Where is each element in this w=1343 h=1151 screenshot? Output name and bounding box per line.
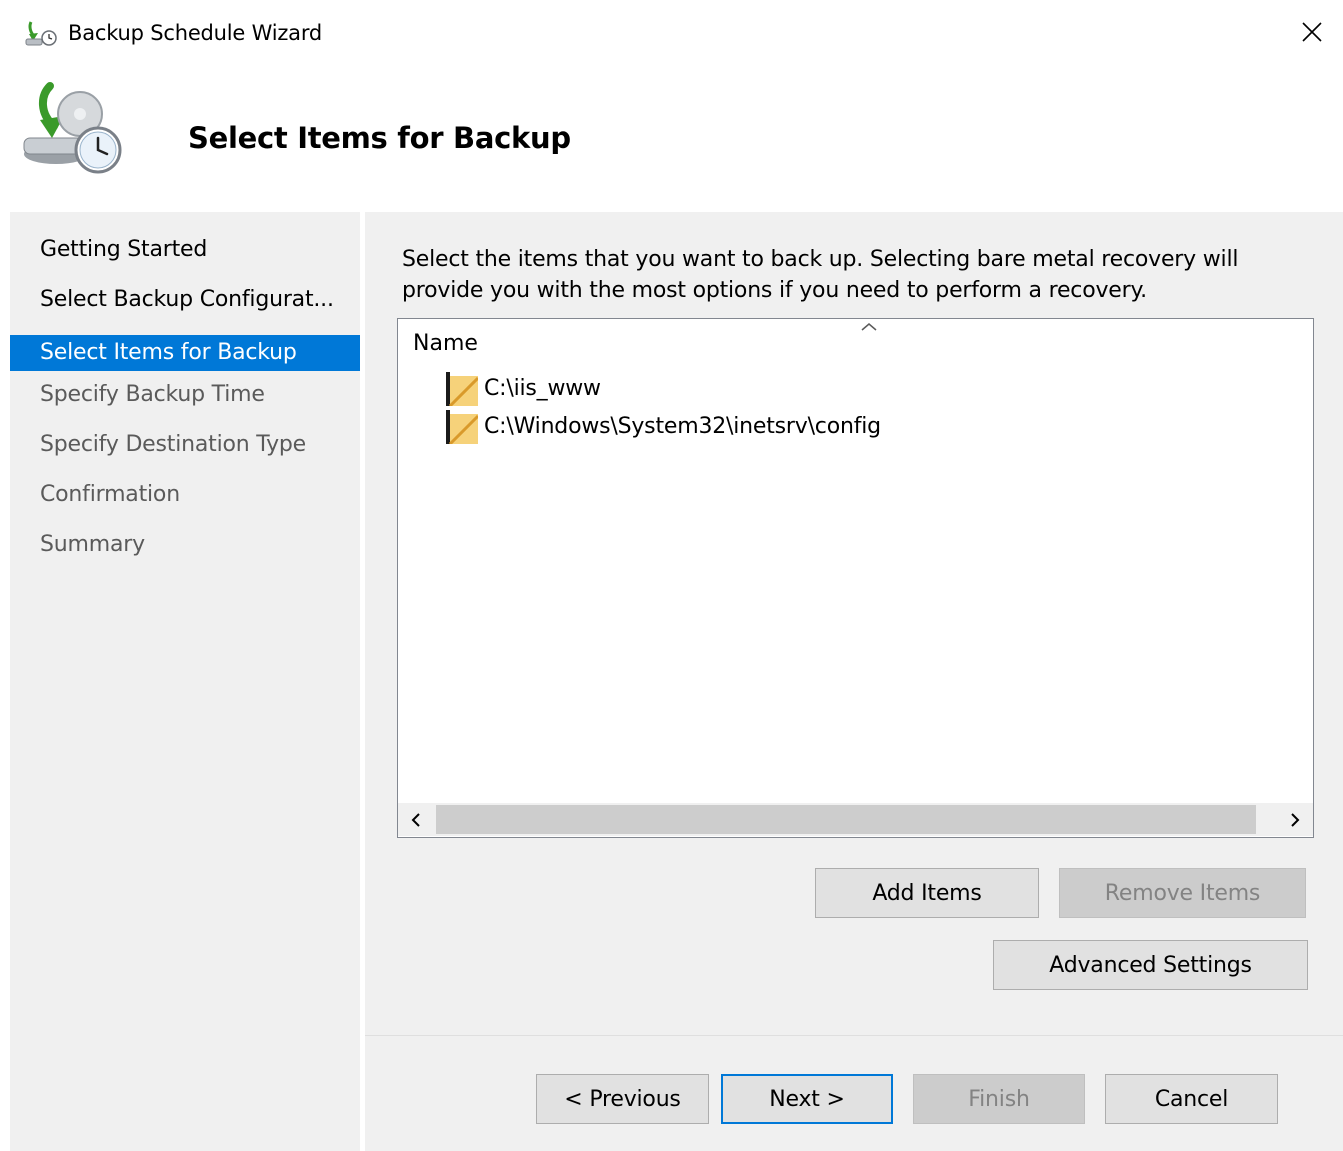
- close-icon[interactable]: [1290, 12, 1334, 52]
- scroll-right-icon[interactable]: [1277, 803, 1313, 836]
- instructions-text: Select the items that you want to back u…: [402, 247, 1239, 303]
- folder-icon: [446, 372, 480, 408]
- nav-step-specify-backup-time: Specify Backup Time: [40, 382, 265, 407]
- scrollbar-thumb[interactable]: [436, 805, 1256, 834]
- backup-disk-clock-icon: [18, 78, 130, 178]
- folder-icon: [446, 410, 480, 446]
- scroll-left-icon[interactable]: [398, 803, 434, 836]
- list-item-name: C:\iis_www: [484, 376, 601, 401]
- cancel-button[interactable]: Cancel: [1105, 1074, 1278, 1124]
- nav-step-summary: Summary: [40, 532, 145, 557]
- nav-step-select-backup-configuration[interactable]: Select Backup Configurat...: [10, 282, 360, 318]
- wizard-steps-nav: Getting Started Select Backup Configurat…: [10, 212, 360, 1151]
- nav-step-confirmation: Confirmation: [40, 482, 180, 507]
- window-title: Backup Schedule Wizard: [68, 21, 323, 45]
- backup-schedule-icon: [24, 20, 58, 48]
- nav-step-getting-started[interactable]: Getting Started: [10, 232, 360, 268]
- previous-button[interactable]: < Previous: [536, 1074, 709, 1124]
- nav-step-select-items-for-backup[interactable]: Select Items for Backup: [10, 335, 360, 371]
- finish-button: Finish: [913, 1074, 1085, 1124]
- list-item[interactable]: C:\Windows\System32\inetsrv\config: [446, 409, 881, 446]
- column-header-name[interactable]: Name: [413, 329, 478, 359]
- page-title: Select Items for Backup: [188, 121, 571, 155]
- add-items-button[interactable]: Add Items: [815, 868, 1039, 918]
- remove-items-button: Remove Items: [1059, 868, 1306, 918]
- advanced-settings-button[interactable]: Advanced Settings: [993, 940, 1308, 990]
- list-item[interactable]: C:\iis_www: [446, 371, 601, 408]
- sort-ascending-icon: [858, 318, 880, 332]
- next-button[interactable]: Next >: [721, 1074, 893, 1124]
- nav-step-specify-destination-type: Specify Destination Type: [40, 432, 307, 457]
- list-item-name: C:\Windows\System32\inetsrv\config: [484, 414, 881, 439]
